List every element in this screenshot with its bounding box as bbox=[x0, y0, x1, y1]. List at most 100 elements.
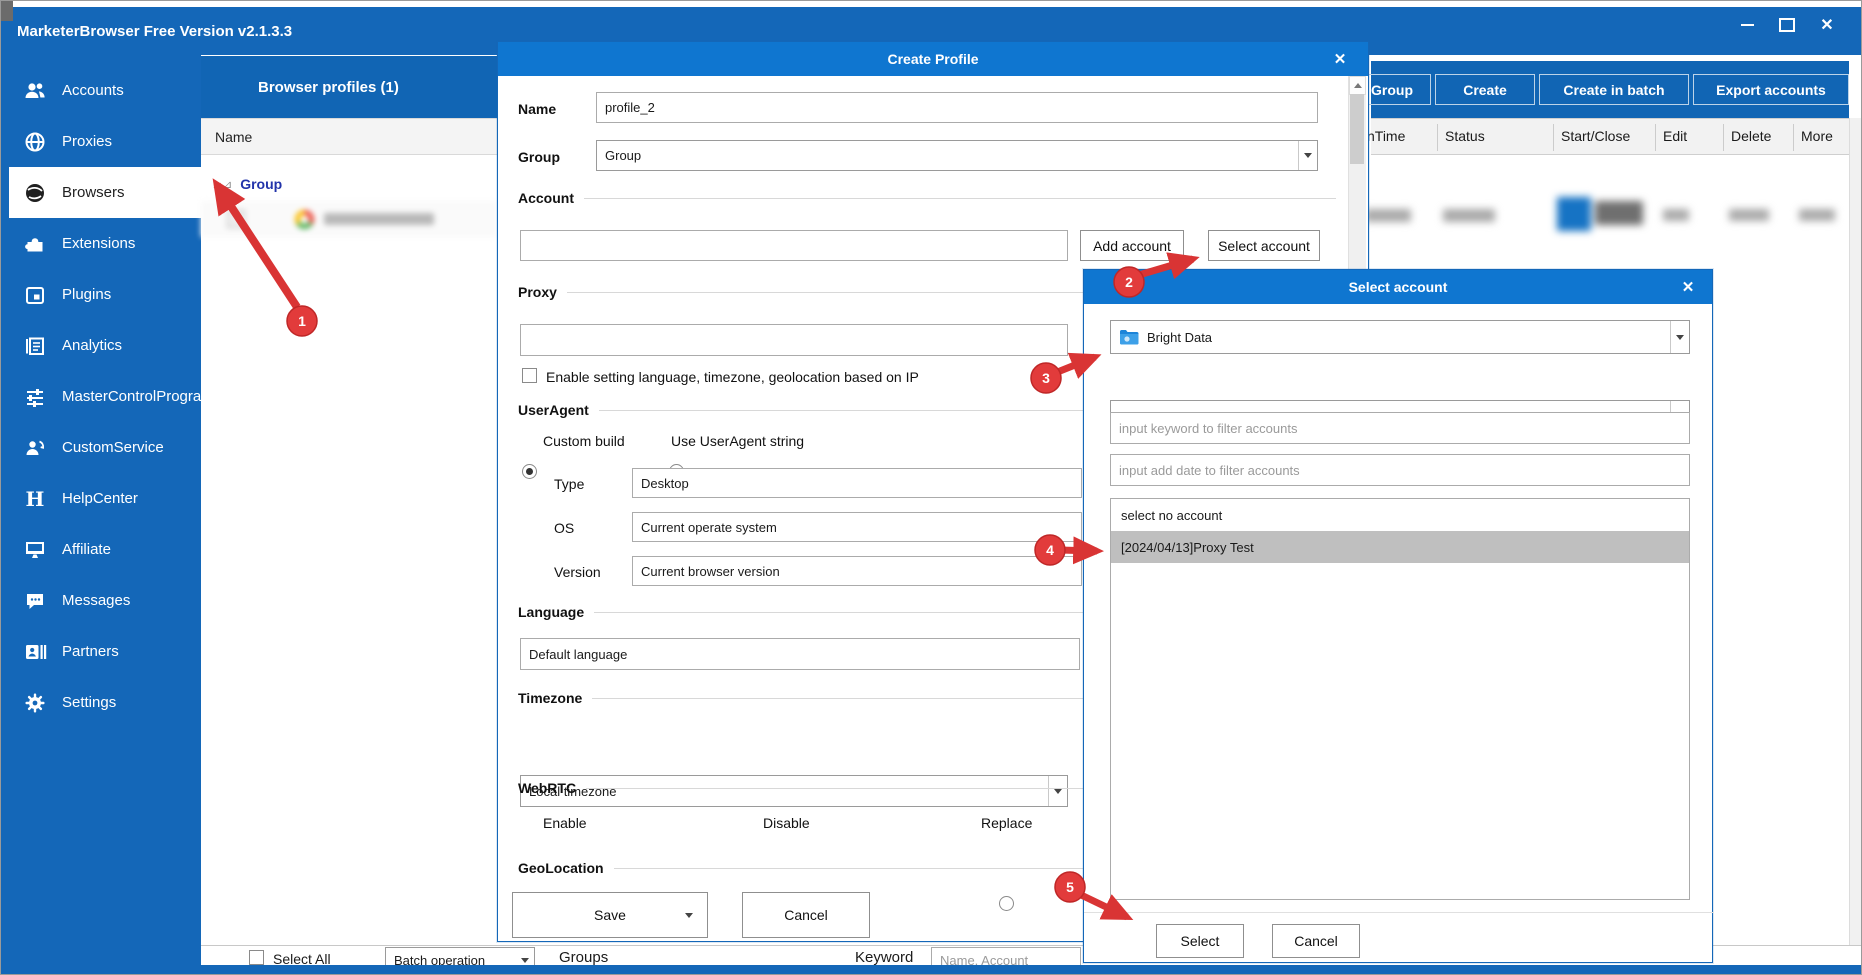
column-divider bbox=[1723, 124, 1724, 151]
dropdown-arrow-icon bbox=[1670, 321, 1689, 353]
version-label: Version bbox=[554, 564, 601, 580]
profiles-panel-title: Browser profiles (1) bbox=[201, 79, 399, 96]
sidebar-item-accounts[interactable]: Accounts bbox=[1, 65, 201, 116]
export-accounts-button[interactable]: Export accounts bbox=[1693, 74, 1849, 105]
sidebar-item-browsers[interactable]: Browsers bbox=[1, 167, 201, 218]
folder-icon bbox=[1119, 329, 1139, 345]
table-header-row: nTime Status Start/Close Edit Delete Mor… bbox=[1371, 118, 1849, 155]
webrtc-enable-label: Enable bbox=[543, 815, 587, 831]
column-status[interactable]: Status bbox=[1445, 128, 1485, 144]
column-more[interactable]: More bbox=[1801, 128, 1833, 144]
column-start-close[interactable]: Start/Close bbox=[1561, 128, 1630, 144]
sidebar-item-label: Accounts bbox=[62, 82, 124, 99]
sidebar-item-label: Browsers bbox=[62, 184, 125, 201]
add-account-label: Add account bbox=[1093, 238, 1171, 254]
sidebar-item-analytics[interactable]: Analytics bbox=[1, 320, 201, 371]
webrtc-disable-label: Disable bbox=[763, 815, 810, 831]
maximize-button[interactable] bbox=[1767, 8, 1807, 42]
account-keyword-filter-input[interactable] bbox=[1110, 412, 1690, 444]
tree-expander-icon[interactable]: ⊿ bbox=[201, 178, 232, 191]
os-input[interactable] bbox=[632, 512, 1082, 542]
save-button[interactable]: Save bbox=[512, 892, 708, 938]
sidebar-item-partners[interactable]: Partners bbox=[1, 626, 201, 677]
column-delete[interactable]: Delete bbox=[1731, 128, 1771, 144]
profile-name-input[interactable] bbox=[596, 92, 1318, 123]
select-account-label: Select account bbox=[1218, 238, 1310, 254]
messages-icon bbox=[23, 589, 47, 613]
column-divider bbox=[1655, 124, 1656, 151]
start-button-blob[interactable] bbox=[1557, 197, 1591, 231]
close-button[interactable]: ✕ bbox=[1807, 8, 1847, 42]
language-input[interactable] bbox=[520, 638, 1080, 670]
sidebar-item-mastercontrolprogram[interactable]: MasterControlProgram bbox=[1, 371, 201, 422]
extensions-icon bbox=[23, 232, 47, 256]
select-all-checkbox[interactable] bbox=[249, 950, 264, 965]
select-account-titlebar: Select account bbox=[1084, 270, 1712, 304]
custom-service-icon bbox=[23, 436, 47, 460]
sidebar-item-extensions[interactable]: Extensions bbox=[1, 218, 201, 269]
add-account-button[interactable]: Add account bbox=[1080, 230, 1184, 261]
sidebar-item-plugins[interactable]: Plugins bbox=[1, 269, 201, 320]
cancel-button-label: Cancel bbox=[784, 907, 828, 923]
proxy-section-label: Proxy bbox=[518, 284, 557, 300]
save-button-label: Save bbox=[594, 907, 626, 923]
select-account-button[interactable]: Select account bbox=[1208, 230, 1320, 261]
account-input[interactable] bbox=[520, 230, 1068, 261]
cancel-button[interactable]: Cancel bbox=[742, 892, 870, 938]
profile-checkbox[interactable] bbox=[227, 210, 245, 228]
select-account-close-button[interactable]: ✕ bbox=[1670, 270, 1706, 304]
sidebar-item-messages[interactable]: Messages bbox=[1, 575, 201, 626]
account-source-value: Bright Data bbox=[1147, 330, 1212, 345]
webrtc-replace-radio[interactable] bbox=[999, 896, 1014, 911]
sidebar-item-affiliate[interactable]: Affiliate bbox=[1, 524, 201, 575]
proxy-input[interactable] bbox=[520, 324, 1068, 356]
account-source-dropdown[interactable]: Bright Data bbox=[1110, 320, 1690, 354]
minimize-button[interactable] bbox=[1727, 8, 1767, 42]
accounts-listbox: select no account [2024/04/13]Proxy Test bbox=[1110, 498, 1690, 900]
name-label: Name bbox=[518, 101, 556, 117]
sidebar-item-helpcenter[interactable]: H HelpCenter bbox=[1, 473, 201, 524]
select-confirm-button[interactable]: Select bbox=[1156, 924, 1244, 958]
profiles-group-row[interactable]: ⊿ Group bbox=[201, 169, 497, 199]
select-cancel-label: Cancel bbox=[1294, 933, 1338, 949]
tree-group-label: Group bbox=[240, 176, 282, 192]
table-row-blurred[interactable] bbox=[1371, 191, 1849, 241]
column-edit[interactable]: Edit bbox=[1663, 128, 1687, 144]
app-window: MarketerBrowser Free Version v2.1.3.3 ✕ … bbox=[0, 0, 1862, 975]
account-date-filter-input[interactable] bbox=[1110, 454, 1690, 486]
edit-blob[interactable] bbox=[1663, 209, 1689, 221]
scrollbar-thumb[interactable] bbox=[1350, 94, 1364, 164]
delete-blob[interactable] bbox=[1729, 209, 1769, 221]
column-divider bbox=[1437, 124, 1438, 151]
sidebar-item-proxies[interactable]: Proxies bbox=[1, 116, 201, 167]
scroll-up-arrow-icon[interactable] bbox=[1349, 76, 1366, 95]
app-title: MarketerBrowser Free Version v2.1.3.3 bbox=[1, 23, 292, 40]
create-in-batch-button[interactable]: Create in batch bbox=[1539, 74, 1689, 105]
profile-group-dropdown[interactable]: Group bbox=[596, 140, 1318, 171]
version-input[interactable] bbox=[632, 556, 1082, 586]
custom-build-radio[interactable] bbox=[522, 464, 537, 479]
sidebar-item-settings[interactable]: Settings bbox=[1, 677, 201, 728]
create-button-label: Create bbox=[1463, 82, 1507, 98]
master-control-icon bbox=[23, 385, 47, 409]
type-label: Type bbox=[554, 476, 584, 492]
start-label-blob bbox=[1595, 201, 1643, 225]
list-item-proxy-test[interactable]: [2024/04/13]Proxy Test bbox=[1111, 531, 1689, 563]
list-item-no-account[interactable]: select no account bbox=[1111, 499, 1689, 531]
save-split-arrow-icon[interactable] bbox=[685, 913, 693, 918]
select-cancel-button[interactable]: Cancel bbox=[1272, 924, 1360, 958]
os-label: OS bbox=[554, 520, 574, 536]
more-blob[interactable] bbox=[1799, 209, 1835, 221]
type-input[interactable] bbox=[632, 468, 1082, 498]
select-account-title: Select account bbox=[1349, 279, 1448, 295]
ip-settings-checkbox[interactable] bbox=[522, 368, 537, 383]
column-time[interactable]: nTime bbox=[1367, 128, 1405, 144]
app-vertical-scrollbar[interactable] bbox=[1849, 118, 1862, 965]
create-button[interactable]: Create bbox=[1435, 74, 1535, 105]
sidebar-item-customservice[interactable]: CustomService bbox=[1, 422, 201, 473]
sidebar-item-label: HelpCenter bbox=[62, 490, 138, 507]
create-profile-close-button[interactable]: ✕ bbox=[1322, 42, 1358, 76]
profile-row-blurred[interactable] bbox=[201, 201, 497, 237]
account-section-label: Account bbox=[518, 190, 574, 206]
column-divider bbox=[1793, 124, 1794, 151]
